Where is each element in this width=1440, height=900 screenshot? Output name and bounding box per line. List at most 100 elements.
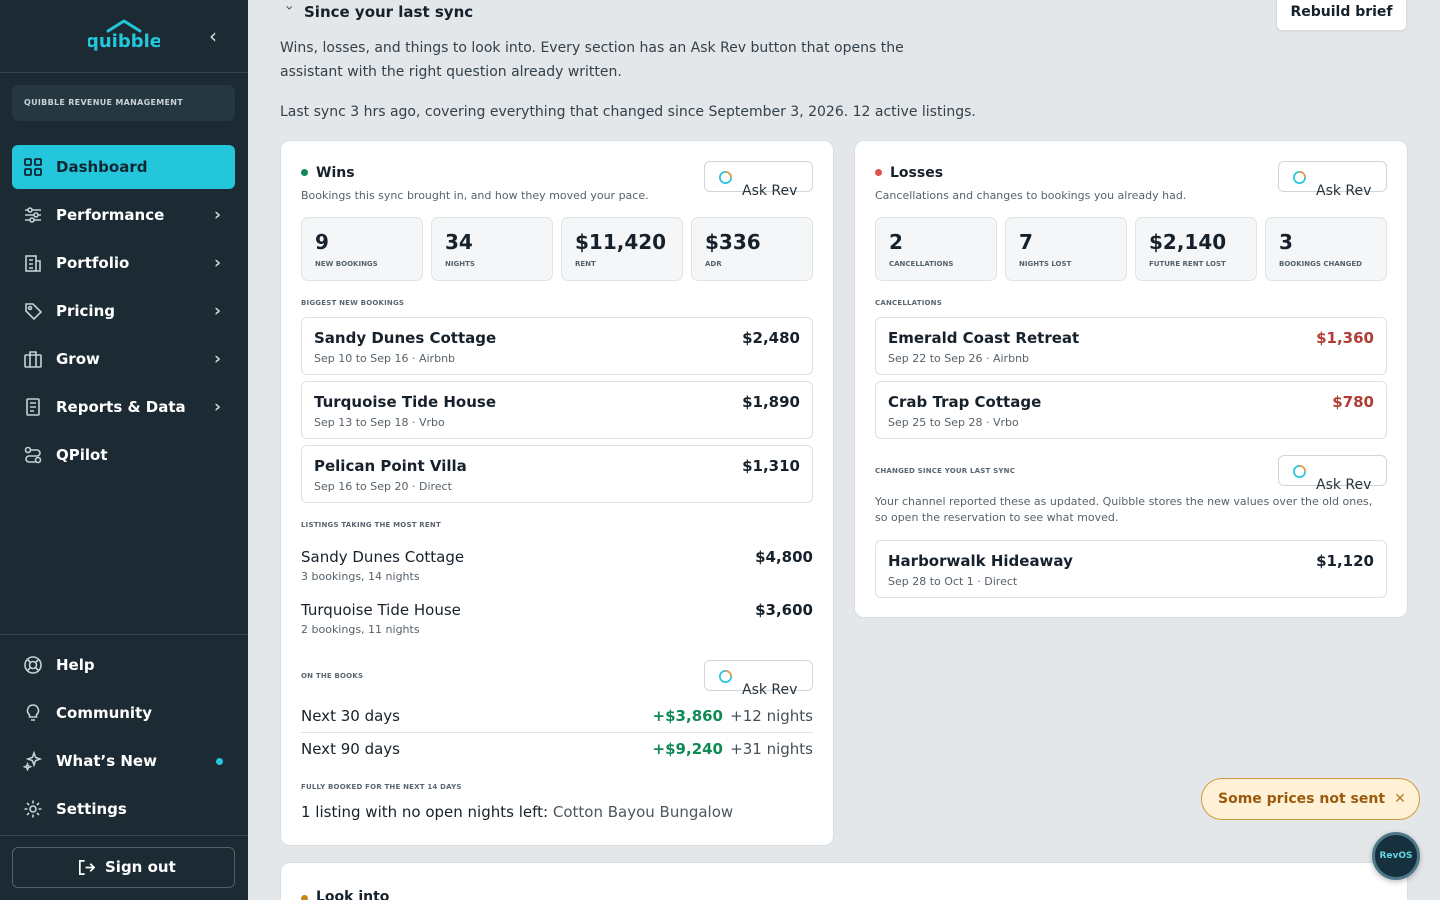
wins-title: Wins — [316, 165, 355, 181]
booking-meta: Sep 16 to Sep 20 · Direct — [314, 480, 452, 493]
rev-ring-icon — [1293, 465, 1306, 478]
booking-row[interactable]: Turquoise Tide House Sep 13 to Sep 18 · … — [301, 381, 813, 439]
booking-amount: $1,120 — [1316, 552, 1374, 570]
stat-label: RENT — [575, 260, 596, 268]
losses-description: Cancellations and changes to bookings yo… — [875, 189, 1187, 202]
booking-amount: $2,480 — [742, 329, 800, 347]
sidebar-item-performance[interactable]: Performance › — [12, 193, 235, 237]
sliders-icon — [25, 207, 41, 223]
look-into-status-dot — [301, 895, 308, 900]
stat-adr: $336 ADR — [691, 217, 813, 281]
booking-row[interactable]: Pelican Point Villa Sep 16 to Sep 20 · D… — [301, 445, 813, 503]
main-content: › Since your last sync Rebuild brief Win… — [248, 0, 1440, 900]
stat-value: 7 — [1019, 230, 1033, 254]
chevron-right-icon: › — [213, 301, 221, 321]
sidebar: quibble ‹ QUIBBLE REVENUE MANAGEMENT Das… — [0, 0, 248, 900]
chevron-right-icon: › — [213, 253, 221, 273]
look-into-card: Look into — [280, 862, 1408, 900]
last-sync-text: Last sync 3 hrs ago, covering everything… — [280, 104, 976, 120]
org-selector[interactable]: QUIBBLE REVENUE MANAGEMENT — [12, 85, 235, 121]
otb-nights: +12 nights — [730, 707, 813, 725]
gear-icon — [24, 800, 42, 818]
listing-row[interactable]: Turquoise Tide House 2 bookings, 11 nigh… — [301, 599, 813, 641]
booking-amount: $1,310 — [742, 457, 800, 475]
collapse-sidebar-icon[interactable]: ‹ — [209, 26, 225, 46]
sign-out-button[interactable]: Sign out — [12, 847, 235, 888]
divider — [0, 835, 248, 836]
stat-value: 34 — [445, 230, 473, 254]
stat-nights: 34 NIGHTS — [431, 217, 553, 281]
rebuild-brief-button[interactable]: Rebuild brief — [1276, 0, 1407, 31]
cancellation-row[interactable]: Emerald Coast Retreat Sep 22 to Sep 26 ·… — [875, 317, 1387, 375]
sidebar-item-label: Performance — [56, 206, 165, 224]
divider — [0, 72, 248, 73]
rev-ring-icon — [719, 171, 732, 184]
otb-period: Next 90 days — [301, 740, 400, 758]
cancellation-row[interactable]: Crab Trap Cottage Sep 25 to Sep 28 · Vrb… — [875, 381, 1387, 439]
sidebar-item-label: Grow — [56, 350, 100, 368]
sidebar-item-label: Community — [56, 704, 153, 722]
prices-not-sent-toast[interactable]: Some prices not sent ✕ — [1201, 778, 1420, 820]
sidebar-item-label: Dashboard — [56, 158, 148, 176]
fully-booked-listing-link[interactable]: Cotton Bayou Bungalow — [553, 803, 733, 821]
sidebar-item-settings[interactable]: Settings — [12, 787, 235, 831]
rev-ring-icon — [719, 670, 732, 683]
chevron-right-icon: › — [213, 397, 221, 417]
cancellations-header: CANCELLATIONS — [875, 299, 942, 307]
rev-assistant-button[interactable]: RevOS — [1372, 832, 1420, 880]
sidebar-item-help[interactable]: Help — [12, 643, 235, 687]
sidebar-item-qpilot[interactable]: QPilot — [12, 433, 235, 477]
ask-rev-button[interactable]: Ask Rev — [1278, 161, 1387, 199]
changed-header: CHANGED SINCE YOUR LAST SYNC — [875, 467, 1016, 475]
booking-row[interactable]: Sandy Dunes Cottage Sep 10 to Sep 16 · A… — [301, 317, 813, 375]
sidebar-item-community[interactable]: Community — [12, 691, 235, 735]
building-icon — [25, 255, 41, 272]
listing-row[interactable]: Sandy Dunes Cottage 3 bookings, 14 night… — [301, 546, 813, 588]
stat-label: NIGHTS — [445, 260, 475, 268]
on-the-books-row: Next 30 days +$3,860 +12 nights — [301, 699, 813, 733]
sidebar-item-reports-data[interactable]: Reports & Data › — [12, 385, 235, 429]
stat-cancellations: 2 CANCELLATIONS — [875, 217, 997, 281]
sidebar-item-pricing[interactable]: Pricing › — [12, 289, 235, 333]
sidebar-item-label: Reports & Data — [56, 398, 186, 416]
booking-name: Turquoise Tide House — [314, 393, 496, 411]
report-icon — [26, 398, 40, 416]
booking-meta: Sep 25 to Sep 28 · Vrbo — [888, 416, 1019, 429]
quibble-logo[interactable]: quibble — [88, 18, 160, 54]
route-icon — [24, 446, 42, 464]
losses-card: Losses Cancellations and changes to book… — [854, 140, 1408, 618]
stat-new-bookings: 9 NEW BOOKINGS — [301, 217, 423, 281]
sidebar-item-portfolio[interactable]: Portfolio › — [12, 241, 235, 285]
booking-meta: Sep 22 to Sep 26 · Airbnb — [888, 352, 1030, 365]
sign-out-label: Sign out — [105, 858, 176, 876]
lifebuoy-icon — [24, 656, 42, 674]
section-description: Wins, losses, and things to look into. E… — [280, 40, 904, 80]
chevron-right-icon: › — [213, 349, 221, 369]
stat-label: BOOKINGS CHANGED — [1279, 260, 1362, 268]
listing-meta: 3 bookings, 14 nights — [301, 570, 420, 583]
rev-ring-icon — [1293, 171, 1306, 184]
otb-money: +$3,860 — [652, 707, 723, 725]
ask-rev-button[interactable]: Ask Rev — [704, 161, 813, 199]
stat-bookings-changed: 3 BOOKINGS CHANGED — [1265, 217, 1387, 281]
chevron-down-icon[interactable]: › — [277, 5, 301, 19]
lightbulb-icon — [26, 704, 40, 721]
changed-description: Your channel reported these as updated. … — [875, 495, 1373, 524]
booking-meta: Sep 28 to Oct 1 · Direct — [888, 575, 1018, 588]
changed-booking-row[interactable]: Harborwalk Hideaway Sep 28 to Oct 1 · Di… — [875, 540, 1387, 598]
on-the-books-row: Next 90 days +$9,240 +31 nights — [301, 732, 813, 766]
sidebar-item-dashboard[interactable]: Dashboard — [12, 145, 235, 189]
otb-period: Next 30 days — [301, 707, 400, 725]
ask-rev-button[interactable]: Ask Rev — [1278, 455, 1387, 493]
booking-name: Crab Trap Cottage — [888, 393, 1042, 411]
sidebar-item-label: Pricing — [56, 302, 115, 320]
listing-meta: 2 bookings, 11 nights — [301, 623, 420, 636]
sidebar-item-whats-new[interactable]: What’s New — [12, 739, 235, 783]
close-icon[interactable]: ✕ — [1389, 788, 1411, 810]
sign-out-icon — [78, 859, 96, 876]
listing-name: Sandy Dunes Cottage — [301, 548, 465, 566]
ask-rev-label: Ask Rev — [1316, 182, 1372, 199]
sidebar-item-grow[interactable]: Grow › — [12, 337, 235, 381]
stat-label: NEW BOOKINGS — [315, 260, 378, 268]
ask-rev-button[interactable]: Ask Rev — [704, 660, 813, 698]
